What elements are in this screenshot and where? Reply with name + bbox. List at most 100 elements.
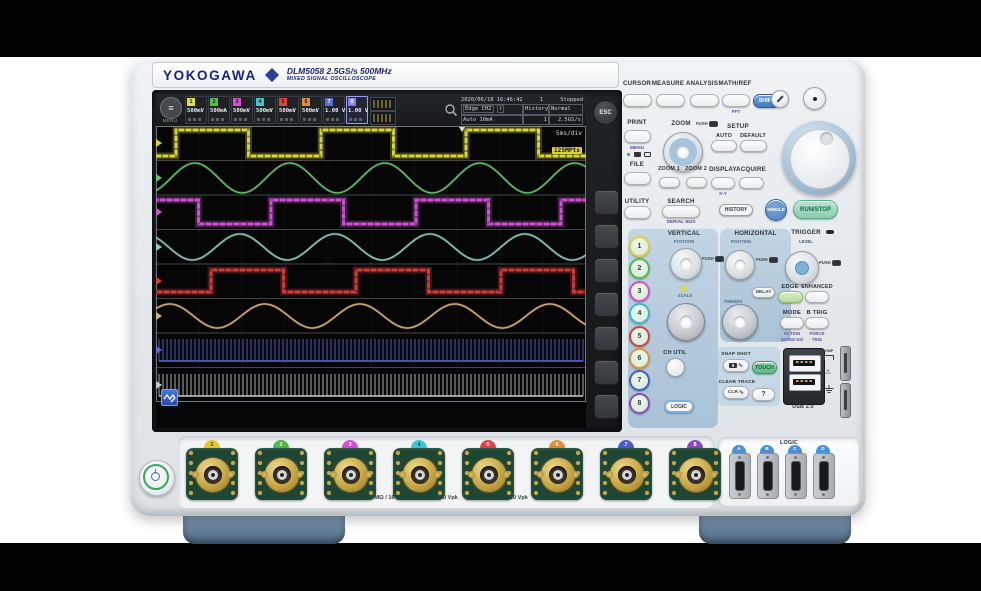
default-button[interactable] xyxy=(740,140,767,152)
logic-b-indicator[interactable] xyxy=(370,111,396,125)
vertical-scale-label: SCALE xyxy=(677,293,693,298)
softkey-5[interactable] xyxy=(594,326,619,351)
power-button[interactable] xyxy=(139,460,175,496)
softkey-4[interactable] xyxy=(594,292,619,317)
bnc-ring xyxy=(606,457,648,493)
channel-color-tag: 7 xyxy=(325,98,333,106)
logic-port-tag-C: C xyxy=(788,445,802,453)
screen-menu-label: MENU xyxy=(162,118,178,123)
channel-status-7[interactable]: 7 1.00 V xyxy=(323,96,345,124)
channel-value: 500mV xyxy=(279,108,296,114)
horizontal-position-knob[interactable] xyxy=(725,250,755,280)
annotation-pen-icon[interactable] xyxy=(161,389,178,406)
logic-port-A xyxy=(729,453,751,499)
camera-icon xyxy=(728,363,737,368)
mathref-button[interactable] xyxy=(722,94,750,107)
channel-status-8[interactable]: 8 1.00 V xyxy=(346,96,368,124)
bnc-ring xyxy=(261,457,303,493)
print-led xyxy=(627,153,630,156)
softkey-7[interactable] xyxy=(594,394,619,419)
display-button[interactable] xyxy=(711,177,735,189)
bnc-plate xyxy=(462,448,514,500)
logic-a-indicator[interactable] xyxy=(370,97,396,111)
b-trig-button[interactable] xyxy=(805,317,829,329)
channel-probe-marks xyxy=(303,118,317,121)
display-shift-label: X-Y xyxy=(719,192,727,197)
trace-marker-ch5 xyxy=(156,277,162,285)
probe-comp-terminal-upper xyxy=(840,346,851,381)
bnc-plate xyxy=(186,448,238,500)
set-button[interactable] xyxy=(803,87,826,110)
file-button[interactable] xyxy=(624,172,651,185)
help-button[interactable]: ? xyxy=(752,388,775,401)
vertical-push-label: PUSH xyxy=(702,256,724,262)
cursor-button[interactable] xyxy=(623,94,652,107)
search-button[interactable] xyxy=(662,205,700,218)
bnc-input-ch6: 6 xyxy=(530,440,584,504)
acquire-button[interactable] xyxy=(739,177,764,189)
warning-icon: ⚠ xyxy=(824,369,832,376)
fft-shift-label: FFT xyxy=(731,110,741,115)
probe-comp-terminal-lower xyxy=(840,383,851,418)
zoom2-button[interactable] xyxy=(686,177,707,188)
enhanced-button[interactable] xyxy=(805,291,829,303)
reset-button[interactable] xyxy=(771,90,789,108)
softkey-2[interactable] xyxy=(594,224,619,249)
auto-button[interactable] xyxy=(711,140,737,152)
single-label: SINGLE xyxy=(767,207,785,213)
channel-5-button[interactable]: 5 xyxy=(629,325,650,347)
status-history-count: 1 xyxy=(523,114,549,125)
snap-shot-button[interactable]: ∿ xyxy=(723,359,749,372)
run-stop-button[interactable]: RUN/STOP xyxy=(793,200,838,219)
utility-button[interactable] xyxy=(624,206,651,219)
bnc-plate xyxy=(531,448,583,500)
logic-port-D xyxy=(813,453,835,499)
channel-status-3[interactable]: 3 500mV xyxy=(231,96,253,124)
display-screen[interactable]: ≡ MENU 1 500mV 2 500mA 3 500mV 4 500mV 5 500mV 6 50… xyxy=(156,94,586,428)
vertical-scale-knob[interactable] xyxy=(667,303,705,341)
channel-3-button[interactable]: 3 xyxy=(629,280,650,302)
print-button[interactable] xyxy=(624,130,651,143)
channel-status-bar: 1 500mV 2 500mA 3 500mV 4 500mV 5 500mV 6 500mV 7 1.0… xyxy=(185,96,368,124)
softkey-3[interactable] xyxy=(594,258,619,283)
channel-1-button[interactable]: 1 xyxy=(629,236,650,257)
channel-value: 1.00 V xyxy=(348,108,369,114)
timediv-knob[interactable] xyxy=(722,304,758,340)
history-button[interactable]: HISTORY xyxy=(719,204,753,216)
touch-label: TOUCH xyxy=(754,364,775,371)
channel-8-button[interactable]: 8 xyxy=(629,392,650,414)
bnc-ring xyxy=(330,457,372,493)
trigger-push-label: PUSH xyxy=(819,260,841,266)
wave-icon: ∿ xyxy=(737,363,744,369)
softkey-6[interactable] xyxy=(594,360,619,385)
channel-6-button[interactable]: 6 xyxy=(629,348,650,369)
zoom-search-icon[interactable] xyxy=(444,103,458,117)
channel-status-5[interactable]: 5 500mV xyxy=(277,96,299,124)
ch-util-button[interactable] xyxy=(666,358,685,377)
comp-label: COMP xyxy=(822,349,834,353)
touch-button[interactable]: TOUCH xyxy=(752,361,777,374)
screen-menu-button[interactable]: ≡ xyxy=(160,97,182,119)
clear-trace-button[interactable]: CLR ∿ xyxy=(723,386,749,399)
power-icon xyxy=(151,469,160,481)
channel-status-1[interactable]: 1 500mV xyxy=(185,96,207,124)
usb-label: USB 2.0 xyxy=(792,404,814,410)
ch-util-label: CH UTIL xyxy=(663,350,687,356)
measure-button[interactable] xyxy=(656,94,685,107)
zoom1-button[interactable] xyxy=(659,177,680,188)
trace-marker-ch4 xyxy=(156,243,162,251)
single-button[interactable]: SINGLE xyxy=(765,199,787,221)
channel-status-4[interactable]: 4 500mV xyxy=(254,96,276,124)
channel-color-tag: 3 xyxy=(233,98,241,106)
analysis-button[interactable] xyxy=(690,94,719,107)
channel-status-2[interactable]: 2 500mA xyxy=(208,96,230,124)
channel-value: 500mV xyxy=(233,108,250,114)
mode-button[interactable] xyxy=(780,317,804,329)
trigger-level-knob[interactable] xyxy=(785,251,819,285)
edge-button[interactable] xyxy=(778,291,803,303)
vertical-position-knob[interactable] xyxy=(670,248,702,280)
channel-status-6[interactable]: 6 500mV xyxy=(300,96,322,124)
logic-button[interactable]: LOGIC xyxy=(664,400,694,413)
jog-dial[interactable] xyxy=(782,121,856,195)
folder-icon xyxy=(634,152,641,157)
